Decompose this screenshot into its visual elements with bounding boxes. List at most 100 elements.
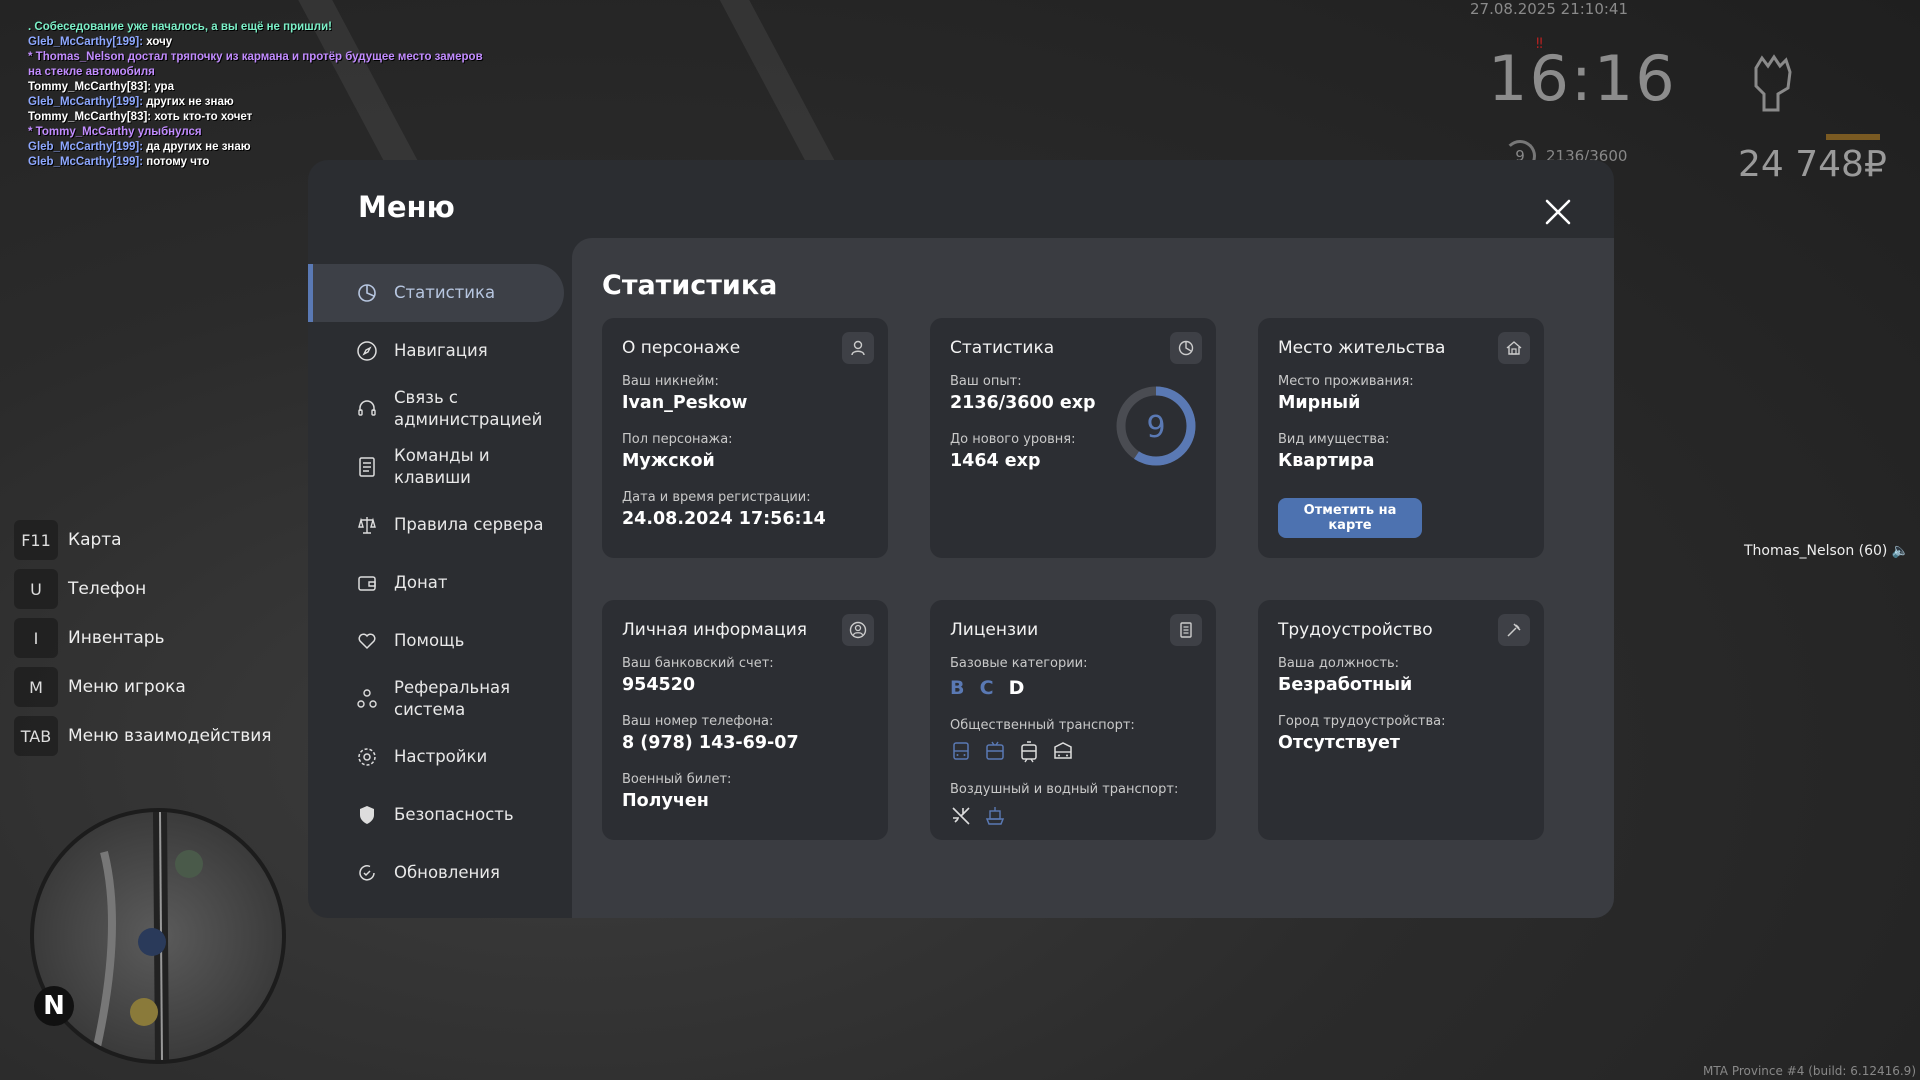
card-employment: Трудоустройство Ваша должность: Безработн… — [1258, 600, 1544, 840]
boat-icon — [985, 807, 1005, 825]
nav-item-referral[interactable]: Реферальная система — [308, 670, 564, 728]
field-label: Общественный транспорт: — [950, 718, 1135, 733]
field-value: 2136/3600 exp — [950, 393, 1096, 413]
hotkey-map[interactable]: F11 Карта — [14, 520, 122, 560]
field-label: Ваш опыт: — [950, 374, 1022, 389]
nav-item-donate[interactable]: Донат — [308, 554, 564, 612]
chat-line: * Tommy_McCarthy улыбнулся — [28, 126, 202, 138]
stats-content: Статистика О персонаже Ваш никнейм: Ivan_… — [572, 238, 1614, 918]
field-bank-account: Ваш банковский счет: 954520 — [622, 656, 774, 695]
license-category-b: B — [950, 677, 965, 699]
field-residence-place: Место проживания: Мирный — [1278, 374, 1414, 413]
nav-label: Обновления — [394, 863, 500, 882]
field-label: Военный билет: — [622, 772, 732, 787]
field-experience: Ваш опыт: 2136/3600 exp — [950, 374, 1096, 413]
field-value: Мирный — [1278, 393, 1361, 413]
field-value: Получен — [622, 791, 709, 811]
user-circle-icon — [842, 614, 874, 646]
nav-item-navigation[interactable]: Навигация — [308, 322, 564, 380]
menu-sidebar: Статистика Навигация Связь с администрац… — [308, 264, 564, 902]
field-label: Ваш никнейм: — [622, 374, 719, 389]
compass-icon — [357, 341, 377, 361]
nav-item-commands[interactable]: Команды и клавиши — [308, 438, 564, 496]
field-value: Квартира — [1278, 451, 1375, 471]
minimap[interactable] — [30, 808, 286, 1064]
chat-log: . Собеседование уже началось, а вы ещё н… — [28, 20, 483, 170]
close-icon[interactable] — [1542, 196, 1574, 228]
player-nametag: Thomas_Nelson (60) 🔈 — [1744, 543, 1909, 559]
field-value: 1464 exp — [950, 451, 1041, 471]
home-icon — [1498, 332, 1530, 364]
pie-chart-icon — [1170, 332, 1202, 364]
plane-icon — [952, 807, 970, 825]
nav-item-help[interactable]: Помощь — [308, 612, 564, 670]
people-icon — [357, 689, 377, 708]
chat-line: Gleb_McCarthy[199]: хочу — [28, 36, 173, 48]
timestamp: 27.08.2025 21:10:41 — [1470, 0, 1629, 18]
card-title: Статистика — [950, 338, 1055, 358]
license-icon — [1170, 614, 1202, 646]
field-label: Пол персонажа: — [622, 432, 733, 447]
speaker-icon: 🔈 — [1891, 543, 1910, 559]
field-military-id: Военный билет: Получен — [622, 772, 731, 811]
heart-hand-icon — [358, 633, 376, 650]
hotkey-player-menu[interactable]: M Меню игрока — [14, 667, 186, 707]
field-label: Дата и время регистрации: — [622, 490, 811, 505]
nav-item-updates[interactable]: Обновления — [308, 844, 564, 902]
field-value: Ivan_Peskow — [622, 393, 748, 413]
nav-item-statistics[interactable]: Статистика — [308, 264, 564, 322]
player-menu-window: Меню Статистика Навигация Связь с админи… — [308, 160, 1614, 918]
field-phone: Ваш номер телефона: 8 (978) 143-69-07 — [622, 714, 799, 753]
money-bar — [1826, 134, 1880, 140]
card-title: Место жительства — [1278, 338, 1446, 358]
nav-item-rules[interactable]: Правила сервера — [308, 496, 564, 554]
chat-line: Gleb_McCarthy[199]: да других не знаю — [28, 141, 251, 153]
nav-item-admin-contact[interactable]: Связь с администрацией — [308, 380, 564, 438]
nav-item-security[interactable]: Безопасность — [308, 786, 564, 844]
field-position: Ваша должность: Безработный — [1278, 656, 1412, 695]
bus-icon — [953, 742, 969, 760]
nav-label: Безопасность — [394, 805, 514, 824]
field-value: Безработный — [1278, 675, 1413, 695]
field-value: 954520 — [622, 675, 696, 695]
field-next-level: До нового уровня: 1464 exp — [950, 432, 1076, 471]
field-label: Базовые категории: — [950, 656, 1088, 671]
nav-label: Реферальная система — [394, 678, 511, 719]
nav-item-settings[interactable]: Настройки — [308, 728, 564, 786]
field-nickname: Ваш никнейм: Ivan_Peskow — [622, 374, 747, 413]
north-indicator: N — [34, 986, 74, 1026]
tram-icon — [1021, 741, 1037, 763]
minimap-roads — [90, 812, 203, 1060]
gear-icon — [358, 748, 376, 766]
mark-on-map-button[interactable]: Отметить на карте — [1278, 498, 1422, 538]
hotkey-phone[interactable]: U Телефон — [14, 569, 146, 609]
field-gender: Пол персонажа: Мужской — [622, 432, 733, 471]
hotkey-key: U — [14, 569, 58, 609]
hotkey-key: TAB — [14, 716, 58, 756]
license-category-d: D — [1008, 677, 1025, 699]
card-personal-info: Личная информация Ваш банковский счет: 95… — [602, 600, 888, 840]
card-licenses: Лицензии Базовые категории: B C D Общест… — [930, 600, 1216, 840]
card-title: Личная информация — [622, 620, 808, 640]
hotkey-interaction-menu[interactable]: TAB Меню взаимодействия — [14, 716, 272, 756]
chat-line: Tommy_McCarthy[83]: ура — [28, 81, 174, 93]
field-label: Ваш номер телефона: — [622, 714, 774, 729]
hammer-icon — [1498, 614, 1530, 646]
menu-title: Меню — [358, 190, 455, 224]
hotkey-inventory[interactable]: I Инвентарь — [14, 618, 165, 658]
field-public-transport: Общественный транспорт: — [950, 718, 1135, 763]
refresh-icon — [359, 865, 375, 881]
field-value: 8 (978) 143-69-07 — [622, 733, 799, 753]
headset-icon — [358, 400, 376, 416]
hotkey-key: M — [14, 667, 58, 707]
hotkey-key: F11 — [14, 520, 58, 560]
field-employment-city: Город трудоустройства: Отсутствует — [1278, 714, 1445, 753]
nav-label: Команды и клавиши — [394, 446, 490, 487]
trolleybus-icon — [986, 741, 1004, 760]
field-air-water-transport: Воздушный и водный транспорт: — [950, 782, 1178, 827]
nav-label: Связь с администрацией — [394, 388, 543, 429]
user-icon — [842, 332, 874, 364]
field-property-type: Вид имущества: Квартира — [1278, 432, 1389, 471]
field-label: Ваш банковский счет: — [622, 656, 774, 671]
chat-line: . Собеседование уже началось, а вы ещё н… — [28, 21, 332, 33]
